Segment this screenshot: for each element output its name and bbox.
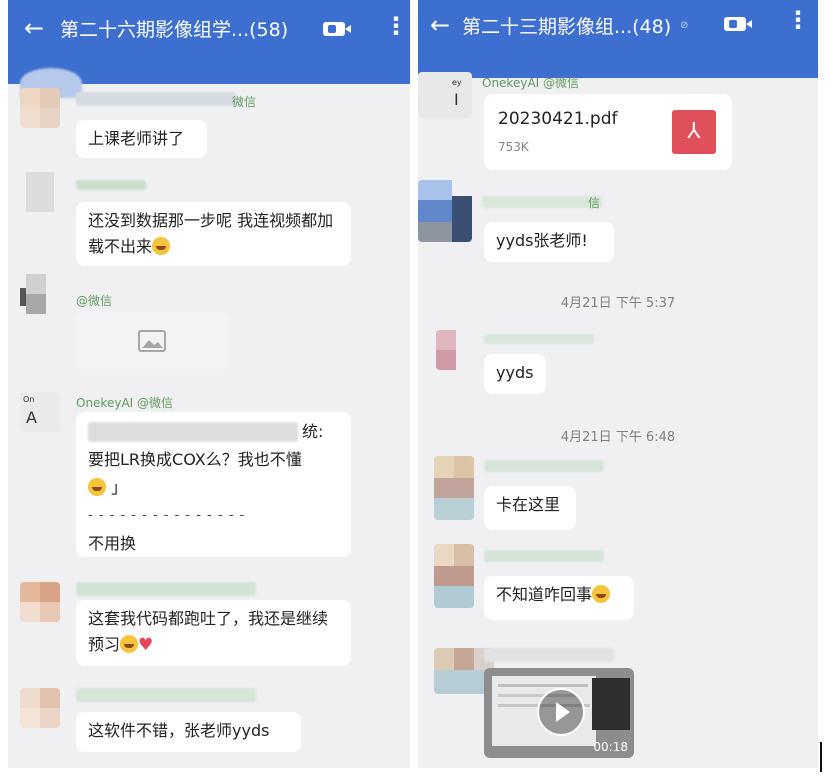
- sender-name: @微信: [76, 294, 113, 308]
- video-call-icon[interactable]: [724, 17, 752, 31]
- avatar[interactable]: On A: [20, 392, 60, 432]
- message-bubble[interactable]: 卡在这里: [484, 486, 576, 530]
- message-bubble[interactable]: 还没到数据那一步呢 我连视频都加载不出来: [76, 202, 351, 266]
- reply-text: 不用换: [88, 534, 137, 553]
- quote-separator: - - - - - - - - - - - - - - -: [88, 508, 246, 523]
- heart-icon: ♥: [138, 635, 154, 655]
- avatar[interactable]: [436, 330, 476, 370]
- text-cursor: [820, 742, 822, 772]
- file-message[interactable]: 20230421.pdf 753K ⅄: [484, 94, 732, 170]
- left-top-bar: ← 第二十六期影像组学...(58) ⋮: [8, 0, 410, 56]
- more-vertical-icon[interactable]: ⋮: [384, 12, 408, 40]
- avatar[interactable]: ey I: [418, 72, 472, 118]
- quoted-message-bubble[interactable]: 统: 要把LR换成COX么？我也不懂 」 - - - - - - - - - -…: [76, 412, 351, 557]
- avatar[interactable]: [20, 88, 60, 128]
- video-duration: 00:18: [593, 740, 628, 754]
- right-chat-title: 第二十三期影像组...(48): [462, 15, 672, 38]
- file-name: 20230421.pdf: [498, 109, 618, 129]
- message-bubble[interactable]: 不知道咋回事: [484, 576, 634, 620]
- sender-name: OnekeyAI @微信: [482, 76, 580, 90]
- pdf-file-icon: ⅄: [672, 110, 716, 154]
- right-top-bar: ← 第二十三期影像组...(48) ⊘ ⋮: [418, 0, 818, 50]
- avatar[interactable]: [418, 180, 472, 242]
- timestamp: 4月21日 下午 5:37: [560, 296, 676, 311]
- left-chat-panel: ← 第二十六期影像组学...(58) ⋮ 微信 上课老师讲了 还没到数据那一步呢…: [8, 0, 410, 768]
- avatar[interactable]: [20, 274, 60, 314]
- message-bubble[interactable]: yyds张老师!: [484, 222, 614, 262]
- message-bubble[interactable]: 上课老师讲了: [76, 120, 207, 158]
- avatar[interactable]: [20, 172, 60, 212]
- quote-text: 要把LR换成COX么？我也不懂: [88, 450, 302, 469]
- laughing-emoji-icon: [152, 237, 171, 255]
- laughing-emoji-icon: [120, 635, 139, 653]
- sender-name: 微信: [232, 95, 257, 109]
- avatar[interactable]: [434, 456, 474, 520]
- right-chat-panel: ← 第二十三期影像组...(48) ⊘ ⋮ ey I OnekeyAI @微信 …: [418, 0, 818, 768]
- sender-name: 信: [588, 196, 601, 210]
- image-placeholder-icon: [138, 330, 166, 352]
- laughing-emoji-icon: [592, 585, 611, 603]
- message-text: 不知道咋回事: [496, 585, 593, 604]
- laughing-emoji-icon: [88, 478, 106, 496]
- quote-text: 统:: [302, 422, 324, 441]
- more-vertical-icon[interactable]: ⋮: [786, 6, 810, 34]
- left-chat-title: 第二十六期影像组学...(58): [60, 18, 289, 41]
- back-arrow-icon[interactable]: ←: [8, 14, 60, 42]
- message-text: 还没到数据那一步呢 我连视频都加载不出来: [88, 211, 334, 256]
- avatar[interactable]: [20, 688, 60, 728]
- play-icon[interactable]: [537, 688, 585, 736]
- mute-icon: ⊘: [680, 20, 689, 31]
- image-message[interactable]: [76, 312, 228, 370]
- video-call-icon[interactable]: [323, 22, 351, 36]
- sender-name: OnekeyAI @微信: [76, 396, 174, 410]
- message-bubble[interactable]: yyds: [484, 354, 546, 394]
- back-arrow-icon[interactable]: ←: [418, 11, 462, 39]
- right-sub-bar: [418, 50, 818, 78]
- timestamp: 4月21日 下午 6:48: [560, 430, 676, 445]
- quote-close: 」: [111, 478, 128, 497]
- message-bubble[interactable]: 这软件不错，张老师yyds: [76, 712, 301, 752]
- avatar[interactable]: [20, 582, 60, 622]
- message-bubble[interactable]: 这套我代码都跑吐了，我还是继续预习 ♥: [76, 600, 351, 666]
- video-message[interactable]: 00:18: [484, 668, 634, 758]
- avatar[interactable]: [434, 544, 474, 608]
- file-size: 753K: [498, 140, 529, 154]
